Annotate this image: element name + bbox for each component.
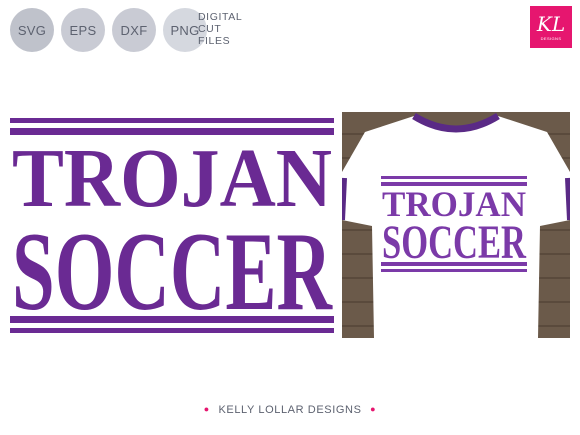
kelly-lollar-logo: KL DESIGNS <box>530 6 572 48</box>
shirt-stripe <box>381 176 527 179</box>
tshirt-mockup-image: TROJAN SOCCER <box>342 112 570 338</box>
logo-monogram: KL <box>536 11 566 36</box>
digital-cut-files-label: DIGITAL CUT FILES <box>198 11 242 47</box>
right-sleeve-cuff <box>565 177 570 221</box>
cut-label-line: FILES <box>198 35 231 47</box>
cut-label-line: CUT <box>198 23 222 35</box>
shirt-stripe <box>381 262 527 266</box>
footer-dot-right: ● <box>370 404 377 414</box>
shirt-line-2: SOCCER <box>382 216 527 269</box>
footer-brand: ● KELLY LOLLAR DESIGNS ● <box>0 404 580 416</box>
footer-text: KELLY LOLLAR DESIGNS <box>218 404 362 416</box>
shirt-stripe <box>381 269 527 272</box>
design-line-2: SOCCER <box>12 210 333 334</box>
top-stripe-thin <box>10 118 334 123</box>
trojan-soccer-design: TROJAN SOCCER <box>10 118 334 334</box>
file-format-badges: SVG EPS DXF PNG <box>10 8 207 52</box>
svg-badge: SVG <box>10 8 54 52</box>
logo-subtext: DESIGNS <box>540 35 562 41</box>
design-artwork: TROJAN SOCCER <box>10 118 334 334</box>
cut-label-line: DIGITAL <box>198 11 243 23</box>
left-sleeve-cuff <box>342 177 347 221</box>
footer-dot-left: ● <box>203 404 210 414</box>
bottom-stripe-thick <box>10 316 334 323</box>
tshirt-mockup: TROJAN SOCCER <box>342 112 570 338</box>
dxf-badge: DXF <box>112 8 156 52</box>
eps-badge: EPS <box>61 8 105 52</box>
bottom-stripe-thin <box>10 328 334 333</box>
